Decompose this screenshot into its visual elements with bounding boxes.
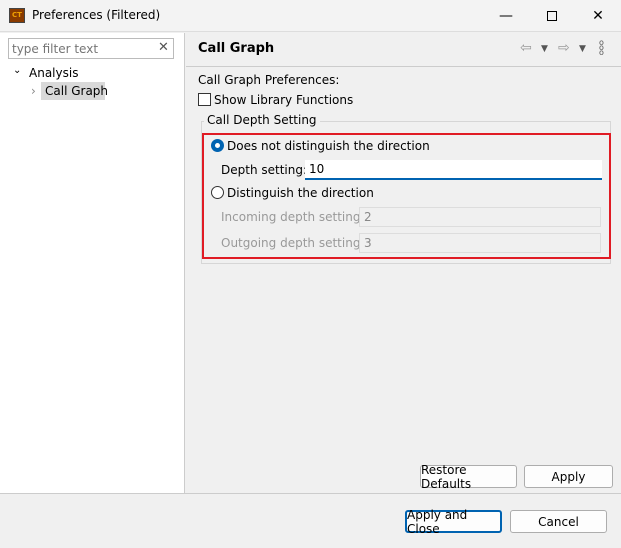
filter-input[interactable] bbox=[8, 38, 174, 59]
app-icon: CT bbox=[9, 8, 25, 23]
tree-item-analysis[interactable]: Analysis bbox=[29, 66, 78, 80]
direction-label: Distinguish the direction bbox=[227, 186, 374, 200]
view-menu-icon[interactable]: ooo bbox=[599, 39, 604, 57]
incoming-depth-label: Incoming depth setting: bbox=[221, 210, 365, 224]
incoming-depth-input[interactable]: 2 bbox=[359, 207, 601, 227]
outgoing-depth-label: Outgoing depth setting: bbox=[221, 236, 365, 250]
forward-icon[interactable]: ⇨ bbox=[558, 40, 570, 56]
page-title: Call Graph bbox=[198, 41, 275, 56]
outgoing-depth-input[interactable]: 3 bbox=[359, 233, 601, 253]
window-title: Preferences (Filtered) bbox=[32, 8, 161, 22]
clear-filter-icon[interactable]: ✕ bbox=[158, 40, 169, 55]
maximize-button[interactable] bbox=[529, 0, 575, 32]
no-direction-label: Does not distinguish the direction bbox=[227, 139, 430, 153]
divider bbox=[0, 493, 621, 494]
show-library-functions-checkbox[interactable] bbox=[198, 93, 211, 106]
minimize-button[interactable]: — bbox=[483, 0, 529, 32]
divider bbox=[186, 66, 621, 67]
cancel-button[interactable]: Cancel bbox=[510, 510, 607, 533]
chevron-right-icon[interactable]: › bbox=[31, 84, 36, 98]
no-direction-radio[interactable] bbox=[211, 139, 224, 152]
maximize-icon bbox=[547, 11, 557, 21]
close-icon: ✕ bbox=[592, 8, 604, 24]
depth-setting-input[interactable]: 10 bbox=[305, 160, 602, 180]
back-menu-icon[interactable]: ▼ bbox=[541, 44, 548, 54]
direction-radio[interactable] bbox=[211, 186, 224, 199]
preference-tree-pane bbox=[0, 33, 185, 494]
back-icon[interactable]: ⇦ bbox=[520, 40, 532, 56]
restore-defaults-button[interactable]: Restore Defaults bbox=[420, 463, 517, 491]
close-button[interactable]: ✕ bbox=[575, 0, 621, 32]
section-label: Call Graph Preferences: bbox=[198, 73, 340, 87]
minimize-icon: — bbox=[499, 8, 513, 24]
apply-and-close-button[interactable]: Apply and Close bbox=[405, 508, 502, 536]
chevron-down-icon[interactable]: ⌄ bbox=[13, 65, 21, 76]
show-library-functions-label: Show Library Functions bbox=[214, 93, 354, 107]
group-label: Call Depth Setting bbox=[204, 113, 320, 127]
depth-setting-label: Depth setting: bbox=[221, 163, 308, 177]
tree-item-call-graph-label: Call Graph bbox=[45, 84, 109, 98]
forward-menu-icon[interactable]: ▼ bbox=[579, 44, 586, 54]
apply-button[interactable]: Apply bbox=[524, 465, 613, 488]
